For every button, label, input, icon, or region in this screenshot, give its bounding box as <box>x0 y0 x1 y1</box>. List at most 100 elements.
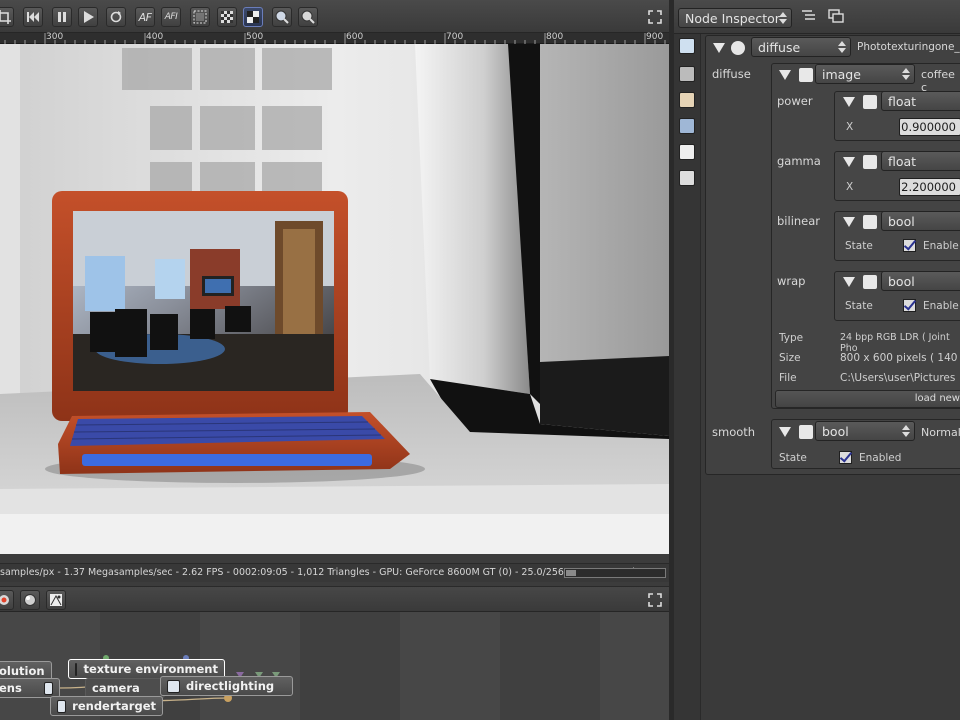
info-type-value: 24 bpp RGB LDR ( Joint Pho <box>840 332 950 354</box>
spinner-arrows-icon <box>902 425 910 437</box>
expand-triangle-icon[interactable] <box>779 70 791 80</box>
expand-triangle-icon[interactable] <box>843 157 855 167</box>
graph-material-button[interactable] <box>20 590 40 610</box>
pick-material-button[interactable] <box>298 7 318 27</box>
viewport-maximize-button[interactable] <box>645 7 665 27</box>
expand-triangle-icon[interactable] <box>843 277 855 287</box>
region-render-button[interactable] <box>190 7 210 27</box>
pin-diffuse-label: diffuse <box>712 67 751 81</box>
bilinear-state-label: State <box>845 240 873 252</box>
spinner-arrows-icon <box>779 12 787 24</box>
expand-all-button[interactable] <box>828 9 844 23</box>
bilinear-type-select[interactable]: bool <box>881 211 960 231</box>
graph-add-node-button[interactable] <box>0 590 14 610</box>
ruler-label-500: 500 <box>246 32 264 42</box>
inspector-header: Node Inspector <box>674 0 960 34</box>
node-lens[interactable]: ens <box>0 678 60 698</box>
float-type-icon <box>863 95 877 109</box>
bilinear-checkbox[interactable] <box>903 239 916 252</box>
memory-usage-bar <box>564 568 666 578</box>
pin-power-label: power <box>777 94 813 108</box>
info-file-value: C:\Users\user\Pictures <box>840 372 956 384</box>
render-statusbar: samples/px - 1.37 Megasamples/sec - 2.62… <box>0 563 669 582</box>
power-type-select[interactable]: float <box>881 91 960 111</box>
graph-maximize-button[interactable] <box>645 590 665 610</box>
pick-material-icon <box>301 10 315 24</box>
node-camera[interactable]: camera <box>85 678 165 698</box>
pin-wrap-label: wrap <box>777 274 806 288</box>
graph-texture-button[interactable] <box>46 590 66 610</box>
rewind-icon <box>27 12 39 22</box>
crop-icon <box>0 10 11 24</box>
checker-icon <box>221 11 233 23</box>
expand-triangle-icon[interactable] <box>713 43 725 53</box>
node-directlighting-label: directlighting <box>186 679 275 693</box>
node-resolution-label: olution <box>0 664 45 678</box>
film-region-button[interactable] <box>243 7 263 27</box>
expand-triangle-icon[interactable] <box>779 427 791 437</box>
wrap-type-select[interactable]: bool <box>881 271 960 291</box>
root-node-name: Phototexturingone_ <box>857 41 960 53</box>
wrap-checkbox[interactable] <box>903 299 916 312</box>
diffuse-type-select[interactable]: image <box>815 64 915 84</box>
autofocus-button[interactable]: AF <box>135 7 155 27</box>
inspector-mode-select[interactable]: Node Inspector <box>678 8 792 28</box>
gamma-type-select[interactable]: float <box>881 151 960 171</box>
wrap-type-value: bool <box>888 273 915 289</box>
ruler-ticks <box>4 33 666 44</box>
postprocess-icon[interactable] <box>679 170 695 186</box>
power-pin-row <box>843 91 885 113</box>
checker-background-button[interactable] <box>217 7 237 27</box>
wrap-state-label: State <box>845 300 873 312</box>
collapse-all-button[interactable] <box>802 10 816 22</box>
ruler-label-800: 800 <box>546 32 564 42</box>
info-file-label: File <box>779 372 797 384</box>
info-size-label: Size <box>779 352 801 364</box>
node-graph[interactable]: olution texture environment ens camera d… <box>0 612 669 720</box>
pause-button[interactable] <box>52 7 72 27</box>
material-ball-icon <box>24 594 36 606</box>
smooth-state-value: Enabled <box>859 452 902 464</box>
expand-triangle-icon[interactable] <box>843 217 855 227</box>
pick-focus-icon <box>275 10 289 24</box>
kernel-icon[interactable] <box>679 118 695 134</box>
bilinear-type-value: bool <box>888 213 915 229</box>
restart-button[interactable] <box>106 7 126 27</box>
pick-focus-button[interactable] <box>272 7 292 27</box>
camera-icon[interactable] <box>679 66 695 82</box>
load-new-button[interactable]: load new <box>775 390 960 408</box>
expand-all-icon <box>828 9 844 23</box>
play-button[interactable] <box>78 7 98 27</box>
horizontal-ruler: 300 400 500 600 700 800 900 <box>0 32 669 44</box>
collapse-all-icon <box>802 10 815 20</box>
wrap-pin-row <box>843 271 885 293</box>
autofocus-inspect-button[interactable]: AFI <box>161 7 181 27</box>
rewind-button[interactable] <box>23 7 43 27</box>
root-type-select[interactable]: diffuse <box>751 37 851 57</box>
smooth-node-name: Normal <box>921 426 960 439</box>
node-rendertarget-label: rendertarget <box>72 699 156 713</box>
expand-triangle-icon[interactable] <box>843 97 855 107</box>
crop-button[interactable] <box>0 7 14 27</box>
add-node-icon <box>0 595 9 605</box>
material-sphere-icon <box>731 41 745 55</box>
rendered-scene <box>0 44 669 554</box>
node-rendertarget[interactable]: rendertarget <box>50 696 163 716</box>
film-settings-icon[interactable] <box>679 38 695 54</box>
smooth-checkbox[interactable] <box>839 451 852 464</box>
environment-icon[interactable] <box>679 92 695 108</box>
smooth-type-select[interactable]: bool <box>815 421 915 441</box>
gamma-value-field[interactable]: 2.200000 <box>899 178 960 196</box>
imager-icon[interactable] <box>679 144 695 160</box>
node-directlighting[interactable]: directlighting <box>160 676 293 696</box>
render-viewport[interactable] <box>0 44 669 554</box>
memory-usage-fill <box>566 570 576 576</box>
bilinear-state-value: Enable <box>923 240 959 252</box>
film-region-icon <box>247 11 259 23</box>
float-type-icon <box>863 155 877 169</box>
bilinear-pin-row <box>843 211 885 233</box>
image-type-icon <box>799 68 813 82</box>
ruler-label-300: 300 <box>46 32 64 42</box>
power-value-field[interactable]: 0.900000 <box>899 118 960 136</box>
maximize-icon <box>648 10 662 24</box>
